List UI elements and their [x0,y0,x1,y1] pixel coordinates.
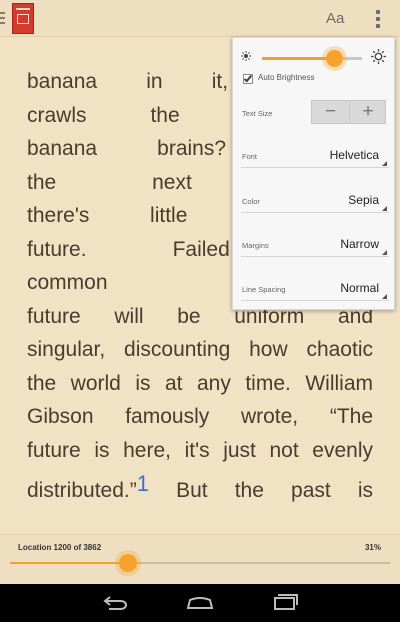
color-underline [241,212,389,213]
reading-line-part: But the past is [148,479,373,502]
font-dropdown[interactable]: Helvetica [330,148,379,162]
recents-icon[interactable] [270,592,300,612]
top-action-bar: Aa [0,0,400,37]
brightness-low-icon [241,51,251,61]
text-size-stepper: − + [311,100,386,124]
reading-line: singular, discounting how chaotic [27,338,373,361]
footnote-link[interactable]: 1 [137,471,149,496]
reading-progress-bar: Location 1200 of 3862 31% [0,534,400,584]
reading-line: the world is at any time. William [27,371,373,395]
overflow-menu-icon[interactable] [376,10,380,31]
font-label: Font [242,152,258,161]
margins-dropdown[interactable]: Narrow [340,237,379,251]
line-spacing-dropdown[interactable]: Normal [340,281,379,295]
location-label: Location 1200 of 3862 [18,543,102,552]
line-spacing-underline [241,300,389,301]
text-size-label: Text Size [242,109,273,118]
font-underline [241,167,389,168]
color-dropdown[interactable]: Sepia [348,193,379,207]
brightness-slider-thumb[interactable] [325,50,343,67]
text-size-decrease-button[interactable]: − [312,101,349,123]
line-spacing-label: Line Spacing [242,285,286,294]
margins-row[interactable]: Margins Narrow [241,233,389,259]
color-row[interactable]: Color Sepia [241,189,389,215]
reading-line-part: distributed.” [27,479,137,502]
line-spacing-row[interactable]: Line Spacing Normal [241,277,389,303]
dropdown-corner-icon [382,294,387,299]
progress-slider-fill [10,562,128,564]
margins-underline [241,256,389,257]
dropdown-corner-icon [382,206,387,211]
reading-line: distributed.”1 But the past is [27,471,373,507]
font-row[interactable]: Font Helvetica [241,144,389,170]
system-nav-bar [0,584,400,622]
color-label: Color [242,197,260,206]
brightness-row [233,38,396,72]
hamburger-icon[interactable] [0,12,5,24]
home-icon[interactable] [185,592,215,612]
text-settings-button[interactable]: Aa [326,10,344,27]
brightness-slider-fill [262,57,334,60]
progress-slider[interactable] [10,554,390,572]
margins-label: Margins [242,241,269,250]
back-icon[interactable] [101,592,131,612]
auto-brightness-label: Auto Brightness [258,73,315,82]
text-size-increase-button[interactable]: + [349,101,386,123]
percent-label: 31% [364,543,381,552]
text-settings-popup: Auto Brightness Text Size − + Font Helve… [232,37,395,310]
progress-slider-thumb[interactable] [118,554,137,572]
dropdown-corner-icon [382,250,387,255]
book-cover-thumbnail[interactable] [12,3,34,34]
reading-line: future is here, it's just not evenly [27,438,373,462]
auto-brightness-checkbox[interactable] [243,73,253,84]
brightness-slider[interactable] [262,50,362,67]
dropdown-corner-icon [382,161,387,166]
reading-line: Gibson famously wrote, “The [27,405,373,428]
brightness-high-icon [371,49,386,64]
checkmark-icon [243,73,253,83]
